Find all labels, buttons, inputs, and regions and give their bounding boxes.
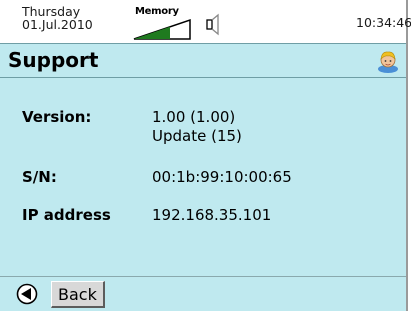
serial-label: S/N: <box>22 168 57 186</box>
memory-label: Memory <box>135 6 179 17</box>
bottom-bar: Back <box>0 276 406 311</box>
status-bar: Thursday 01.Jul.2010 Memory 10:34:46 <box>0 0 411 42</box>
version-value: 1.00 (1.00) Update (15) <box>152 108 242 146</box>
back-button[interactable]: Back <box>51 281 105 308</box>
ip-value: 192.168.35.101 <box>152 206 272 224</box>
serial-value: 00:1b:99:10:00:65 <box>152 168 292 186</box>
date-display: Thursday 01.Jul.2010 <box>22 5 93 31</box>
ip-label: IP address <box>22 206 111 224</box>
help-avatar-icon[interactable] <box>376 49 400 73</box>
version-number: 1.00 (1.00) <box>152 108 236 126</box>
support-screen: Thursday 01.Jul.2010 Memory 10:34:46 Sup… <box>0 0 411 311</box>
back-arrow-icon[interactable] <box>16 283 38 305</box>
title-bar: Support <box>0 43 406 78</box>
date-label: 01.Jul.2010 <box>22 17 93 32</box>
clock: 10:34:46 <box>356 15 411 30</box>
update-number: Update (15) <box>152 127 242 145</box>
support-info-panel: Version: 1.00 (1.00) Update (15) S/N: 00… <box>0 78 406 277</box>
memory-gauge-icon <box>133 18 191 40</box>
speaker-icon[interactable] <box>204 12 226 36</box>
page-title: Support <box>8 48 99 72</box>
version-label: Version: <box>22 108 92 126</box>
